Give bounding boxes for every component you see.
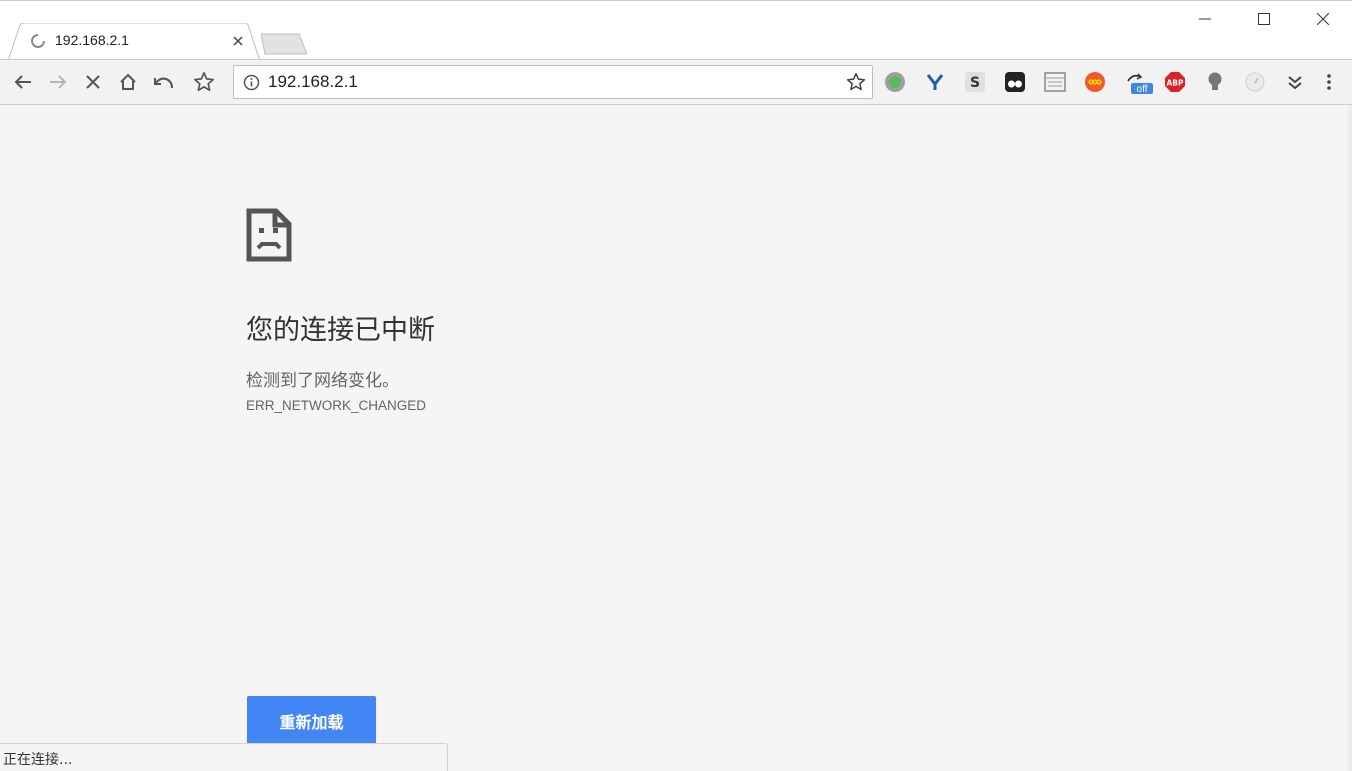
minimize-button[interactable] [1175,1,1234,37]
browser-tab[interactable]: 192.168.2.1 [8,23,260,61]
window-extension-icon[interactable] [1043,70,1067,94]
abp-label: ABP [1166,79,1184,88]
error-code: ERR_NETWORK_CHANGED [246,398,427,413]
error-title: 您的连接已中断 [246,315,435,346]
menu-icon[interactable] [1317,70,1341,94]
back-icon[interactable] [8,67,38,97]
tab-close-icon[interactable] [230,33,246,49]
off-extension-icon[interactable]: off [1125,70,1155,95]
url-text[interactable]: 192.168.2.1 [268,72,358,92]
infinity-extension-icon[interactable] [1083,70,1107,94]
tab-title: 192.168.2.1 [55,32,129,48]
green-circle-extension-icon[interactable] [883,70,907,94]
y-extension-icon[interactable] [923,70,947,94]
title-bar: 192.168.2.1 [0,0,1352,61]
browser-toolbar: 192.168.2.1 S off ABP [0,59,1352,105]
tampermonkey-extension-icon[interactable] [1003,70,1027,94]
overflow-chevron-icon[interactable] [1283,70,1307,94]
speedometer-extension-icon[interactable] [1243,70,1267,94]
sad-page-icon [246,208,292,266]
page-edge-divider [1348,105,1352,771]
address-bar[interactable]: 192.168.2.1 [233,65,873,99]
new-tab-button[interactable] [261,33,307,55]
loading-spinner-icon [30,33,46,49]
svg-text:S: S [970,75,980,91]
error-description: 检测到了网络变化。 [246,371,399,391]
stop-icon[interactable] [78,67,108,97]
forward-icon[interactable] [43,67,73,97]
off-badge-label: off [1137,84,1148,95]
s-extension-icon[interactable]: S [963,70,987,94]
bookmark-star-icon[interactable] [189,67,219,97]
bookmark-page-star-icon[interactable] [846,72,866,92]
home-icon[interactable] [113,67,143,97]
status-bubble: 正在连接... [0,743,448,771]
adblock-plus-extension-icon[interactable]: ABP [1163,70,1187,94]
info-icon[interactable] [243,74,260,91]
reload-button[interactable]: 重新加载 [247,696,376,745]
maximize-button[interactable] [1234,1,1293,37]
close-window-button[interactable] [1293,1,1352,37]
undo-icon[interactable] [148,67,178,97]
lightbulb-extension-icon[interactable] [1203,70,1227,94]
